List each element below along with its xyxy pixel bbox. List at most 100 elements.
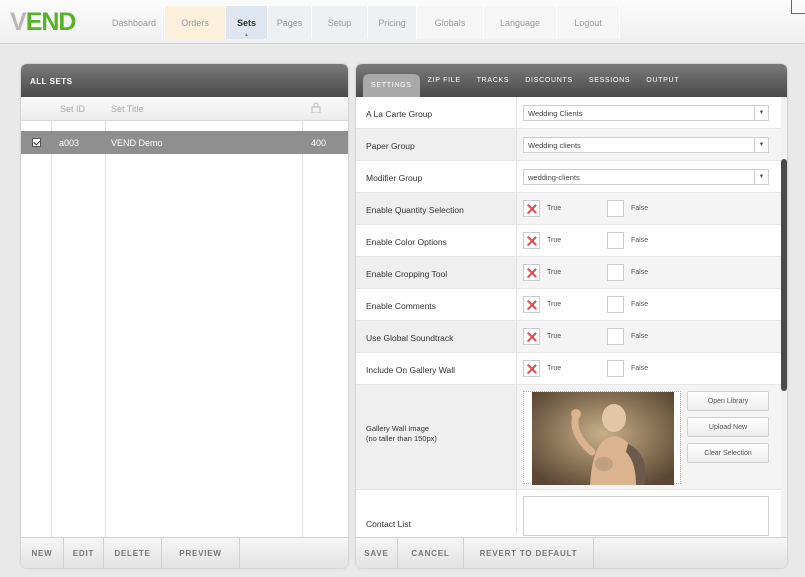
gallery-photo [532, 392, 674, 485]
row-set-count: 400 [311, 138, 327, 148]
toggle-label: Include On Gallery Wall [366, 365, 455, 375]
tab-output[interactable]: OUTPUT [638, 64, 687, 97]
form-cell: Wedding clients ▼ [516, 129, 781, 160]
logo-letter-v: V [10, 8, 27, 36]
paper-group-select[interactable]: Wedding clients ▼ [523, 137, 769, 153]
form-row-gallery-wall: Include On Gallery Wall True False [356, 353, 781, 385]
row-set-id: a003 [59, 138, 80, 148]
chevron-down-icon[interactable]: ▼ [754, 106, 768, 120]
logo-letters-end: END [25, 8, 77, 36]
corner-divider-horizontal [791, 13, 805, 14]
form-cell: True False [516, 225, 781, 256]
modifier-group-select[interactable]: wedding-clients ▼ [523, 169, 769, 185]
row-checkbox[interactable] [32, 138, 41, 147]
true-label: True [547, 333, 562, 340]
toggle-label: Enable Comments [366, 301, 436, 311]
form-cell: True False [516, 353, 781, 384]
nav-tab-dashboard[interactable]: Dashboard [104, 6, 165, 39]
modifier-group-label: Modifier Group [366, 173, 423, 183]
column-header-set-title[interactable]: Set Title [111, 104, 144, 114]
chevron-down-icon[interactable]: ▼ [754, 138, 768, 152]
false-label: False [631, 301, 649, 308]
nav-tab-logout[interactable]: Logout [557, 6, 620, 39]
settings-footer: SAVE CANCEL REVERT TO DEFAULT [356, 537, 787, 568]
tab-settings[interactable]: SETTINGS [363, 74, 420, 97]
main-nav: Dashboard Orders Sets Pages Setup Pricin… [104, 6, 620, 39]
toggle-label: Use Global Soundtrack [366, 333, 454, 343]
form-row-gallery-image: Gallery Wall Image (no taller than 150px… [356, 385, 781, 490]
false-label: False [631, 333, 649, 340]
nav-tab-sets[interactable]: Sets [226, 6, 268, 39]
nav-tab-orders[interactable]: Orders [165, 6, 226, 39]
save-button[interactable]: SAVE [356, 538, 398, 568]
scrollbar-thumb[interactable] [781, 159, 787, 391]
tab-sessions[interactable]: SESSIONS [581, 64, 638, 97]
toggle-label: Enable Cropping Tool [366, 269, 448, 279]
form-row-global-soundtrack: Use Global Soundtrack True False [356, 321, 781, 353]
checked-x-icon[interactable] [523, 296, 540, 313]
paper-group-value: Wedding clients [528, 141, 581, 150]
checked-x-icon[interactable] [523, 360, 540, 377]
a-la-carte-group-value: Wedding Clients [528, 109, 583, 118]
revert-to-default-button[interactable]: REVERT TO DEFAULT [464, 538, 594, 568]
open-library-button[interactable]: Open Library [687, 391, 769, 411]
a-la-carte-group-select[interactable]: Wedding Clients ▼ [523, 105, 769, 121]
lock-icon [311, 102, 321, 115]
settings-scrollbar[interactable] [781, 97, 787, 537]
checked-x-icon[interactable] [523, 232, 540, 249]
unchecked-box[interactable] [607, 264, 624, 281]
upload-new-button[interactable]: Upload New [687, 417, 769, 437]
settings-panel: SETTINGS ZIP FILE TRACKS DISCOUNTS SESSI… [356, 64, 787, 568]
unchecked-box[interactable] [607, 328, 624, 345]
toggle-label: Enable Color Options [366, 237, 447, 247]
false-label: False [631, 365, 649, 372]
vend-logo[interactable]: VEND [10, 8, 77, 37]
preview-button[interactable]: PREVIEW [162, 538, 240, 568]
true-label: True [547, 301, 562, 308]
false-label: False [631, 205, 649, 212]
chevron-down-icon[interactable]: ▼ [754, 170, 768, 184]
nav-tab-pages[interactable]: Pages [268, 6, 312, 39]
column-header-set-id[interactable]: Set ID [60, 104, 85, 114]
sets-table-header: Set ID Set Title [21, 97, 348, 121]
form-row-modifier: Modifier Group wedding-clients ▼ [356, 161, 781, 193]
gallery-image-preview [523, 391, 681, 485]
nav-tab-globals[interactable]: Globals [417, 6, 484, 39]
form-cell: True False [516, 289, 781, 320]
toggle-label: Enable Quantity Selection [366, 205, 464, 215]
row-set-title: VEND Demo [111, 138, 163, 148]
unchecked-box[interactable] [607, 296, 624, 313]
unchecked-box[interactable] [607, 200, 624, 217]
contact-list-field[interactable] [523, 496, 769, 536]
corner-divider [791, 0, 792, 14]
tab-tracks[interactable]: TRACKS [469, 64, 518, 97]
true-label: True [547, 205, 562, 212]
true-label: True [547, 269, 562, 276]
table-row[interactable]: a003 VEND Demo 400 [21, 131, 348, 154]
false-label: False [631, 269, 649, 276]
settings-tabs: SETTINGS ZIP FILE TRACKS DISCOUNTS SESSI… [356, 64, 787, 97]
new-button[interactable]: NEW [21, 538, 64, 568]
clear-selection-button[interactable]: Clear Selection [687, 443, 769, 463]
contact-list-label: Contact List [366, 519, 411, 529]
nav-tab-setup[interactable]: Setup [312, 6, 368, 39]
checked-x-icon[interactable] [523, 200, 540, 217]
delete-button[interactable]: DELETE [104, 538, 162, 568]
true-label: True [547, 237, 562, 244]
cancel-button[interactable]: CANCEL [398, 538, 464, 568]
tab-discounts[interactable]: DISCOUNTS [517, 64, 581, 97]
unchecked-box[interactable] [607, 360, 624, 377]
paper-group-label: Paper Group [366, 141, 415, 151]
edit-button[interactable]: EDIT [64, 538, 104, 568]
tab-zip-file[interactable]: ZIP FILE [420, 64, 469, 97]
column-divider [51, 97, 52, 537]
form-row-color-options: Enable Color Options True False [356, 225, 781, 257]
checked-x-icon[interactable] [523, 264, 540, 281]
form-cell: True False [516, 257, 781, 288]
nav-tab-language[interactable]: Language [484, 6, 557, 39]
nav-tab-pricing[interactable]: Pricing [368, 6, 417, 39]
checked-x-icon[interactable] [523, 328, 540, 345]
sets-panel-title: ALL SETS [21, 64, 348, 97]
form-row-paper: Paper Group Wedding clients ▼ [356, 129, 781, 161]
unchecked-box[interactable] [607, 232, 624, 249]
